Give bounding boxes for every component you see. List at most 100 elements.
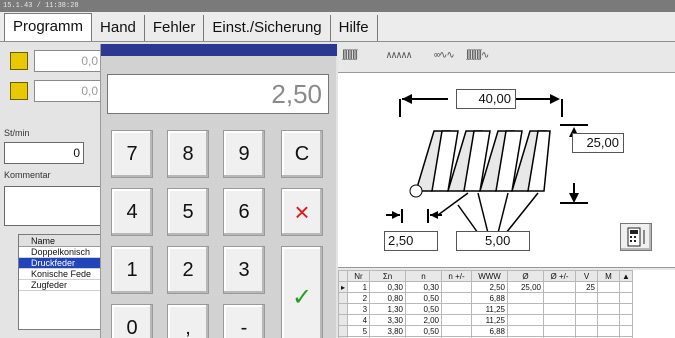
table-cell[interactable]: 0,50	[405, 292, 443, 304]
table-cell[interactable]: 0,50	[405, 325, 443, 337]
table-cell[interactable]	[575, 314, 599, 326]
key-6[interactable]: 6	[223, 188, 265, 236]
key-7[interactable]: 7	[111, 130, 153, 178]
spring-mode-icon-4[interactable]: ∭∭∭∿	[466, 50, 489, 68]
table-cell[interactable]: 2	[347, 292, 371, 304]
pitch-field[interactable]: 5,00	[456, 231, 530, 251]
grid-tool-icon[interactable]	[10, 52, 28, 70]
keypad-title-bar	[101, 44, 337, 56]
table-cell[interactable]	[441, 325, 473, 337]
value-field-2[interactable]: 0,0	[34, 80, 102, 102]
key-0[interactable]: 0	[111, 304, 153, 338]
table-cell[interactable]	[507, 303, 545, 315]
cancel-button[interactable]: ×	[281, 188, 323, 236]
table-cell[interactable]: 25	[575, 281, 599, 293]
scroll-track[interactable]	[619, 314, 633, 326]
length-field[interactable]: 40,00	[456, 89, 516, 109]
tab-einst-sicherung[interactable]: Einst./Sicherung	[204, 15, 331, 41]
value-field-1[interactable]: 0,0	[34, 50, 102, 72]
table-cell[interactable]	[575, 303, 599, 315]
list-item-selected[interactable]: Druckfeder	[19, 258, 103, 269]
table-cell[interactable]	[441, 292, 473, 304]
key-8[interactable]: 8	[167, 130, 209, 178]
table-row[interactable]: 2 0,80 0,50 6,88	[338, 292, 633, 304]
table-cell[interactable]: 3,30	[369, 314, 407, 326]
clear-button[interactable]: C	[281, 130, 323, 178]
table-cell[interactable]: 3,80	[369, 325, 407, 337]
table-cell[interactable]	[543, 325, 577, 337]
spring-mode-icon-2[interactable]: ∧∧∧∧∧	[386, 50, 412, 68]
table-cell[interactable]	[597, 281, 621, 293]
table-cell[interactable]: 0,30	[405, 281, 443, 293]
key-comma[interactable]: ,	[167, 304, 209, 338]
spring-type-list: Name Doppelkonisch Druckfeder Konische F…	[18, 234, 104, 330]
key-4[interactable]: 4	[111, 188, 153, 236]
table-row[interactable]: 5 3,80 0,50 6,88	[338, 325, 633, 337]
table-cell[interactable]: 0,30	[369, 281, 407, 293]
table-cell[interactable]	[575, 325, 599, 337]
scroll-track[interactable]	[619, 281, 633, 293]
feed-tool-icon[interactable]	[10, 82, 28, 100]
table-row[interactable]: 4 3,30 2,00 11,25	[338, 314, 633, 326]
spring-mode-icon-1[interactable]: ∭∭∭	[342, 50, 358, 68]
list-item[interactable]: Zugfeder	[19, 280, 103, 291]
scroll-track[interactable]	[619, 292, 633, 304]
tab-programm[interactable]: Programm	[4, 13, 93, 41]
table-cell[interactable]: 2,00	[405, 314, 443, 326]
table-cell[interactable]	[543, 292, 577, 304]
scroll-track[interactable]	[619, 325, 633, 337]
table-cell[interactable]: 4	[347, 314, 371, 326]
table-cell[interactable]	[507, 292, 545, 304]
table-cell[interactable]	[507, 314, 545, 326]
scroll-up-icon[interactable]: ▲	[619, 270, 633, 282]
wire-diameter-field[interactable]: 2,50	[384, 231, 438, 251]
key-3[interactable]: 3	[223, 246, 265, 294]
col-header-sum-n: Σn	[369, 270, 407, 282]
table-cell[interactable]	[441, 314, 473, 326]
table-cell[interactable]	[597, 314, 621, 326]
table-cell[interactable]: 25,00	[507, 281, 545, 293]
table-cell[interactable]	[507, 325, 545, 337]
table-cell[interactable]: 11,25	[471, 314, 509, 326]
tab-fehler[interactable]: Fehler	[145, 15, 205, 41]
table-cell[interactable]	[575, 292, 599, 304]
stmin-field[interactable]: 0	[4, 142, 84, 164]
calculator-button[interactable]	[620, 223, 652, 251]
table-row[interactable]: 3 1,30 0,50 11,25	[338, 303, 633, 315]
key-2[interactable]: 2	[167, 246, 209, 294]
table-cell[interactable]: 1	[347, 281, 371, 293]
table-cell[interactable]: 2,50	[471, 281, 509, 293]
kommentar-label: Kommentar	[4, 170, 51, 180]
table-cell[interactable]: 11,25	[471, 303, 509, 315]
table-cell[interactable]: 0,80	[369, 292, 407, 304]
key-9[interactable]: 9	[223, 130, 265, 178]
diameter-field[interactable]: 25,00	[572, 133, 624, 153]
table-cell[interactable]: 6,88	[471, 325, 509, 337]
table-row[interactable]: ▸ 1 0,30 0,30 2,50 25,00 25	[338, 281, 633, 293]
key-1[interactable]: 1	[111, 246, 153, 294]
table-cell[interactable]: 1,30	[369, 303, 407, 315]
table-cell[interactable]	[441, 281, 473, 293]
tab-hand[interactable]: Hand	[92, 15, 145, 41]
table-cell[interactable]: 6,88	[471, 292, 509, 304]
kommentar-field[interactable]	[4, 186, 104, 226]
list-item[interactable]: Doppelkonisch	[19, 247, 103, 258]
table-cell[interactable]	[441, 303, 473, 315]
tab-hilfe[interactable]: Hilfe	[331, 15, 378, 41]
table-cell[interactable]	[543, 314, 577, 326]
table-cell[interactable]: 3	[347, 303, 371, 315]
spring-mode-icon-3[interactable]: ∞∿∿	[434, 50, 455, 68]
table-cell[interactable]	[543, 281, 577, 293]
confirm-button[interactable]: ✓	[281, 246, 323, 338]
key-minus[interactable]: -	[223, 304, 265, 338]
scroll-track[interactable]	[619, 303, 633, 315]
table-cell[interactable]	[597, 292, 621, 304]
table-cell[interactable]	[597, 303, 621, 315]
table-cell[interactable]: 0,50	[405, 303, 443, 315]
table-cell[interactable]: 5	[347, 325, 371, 337]
table-cell[interactable]	[543, 303, 577, 315]
calculator-icon	[627, 227, 645, 247]
table-cell[interactable]	[597, 325, 621, 337]
key-5[interactable]: 5	[167, 188, 209, 236]
list-item[interactable]: Konische Fede	[19, 269, 103, 280]
